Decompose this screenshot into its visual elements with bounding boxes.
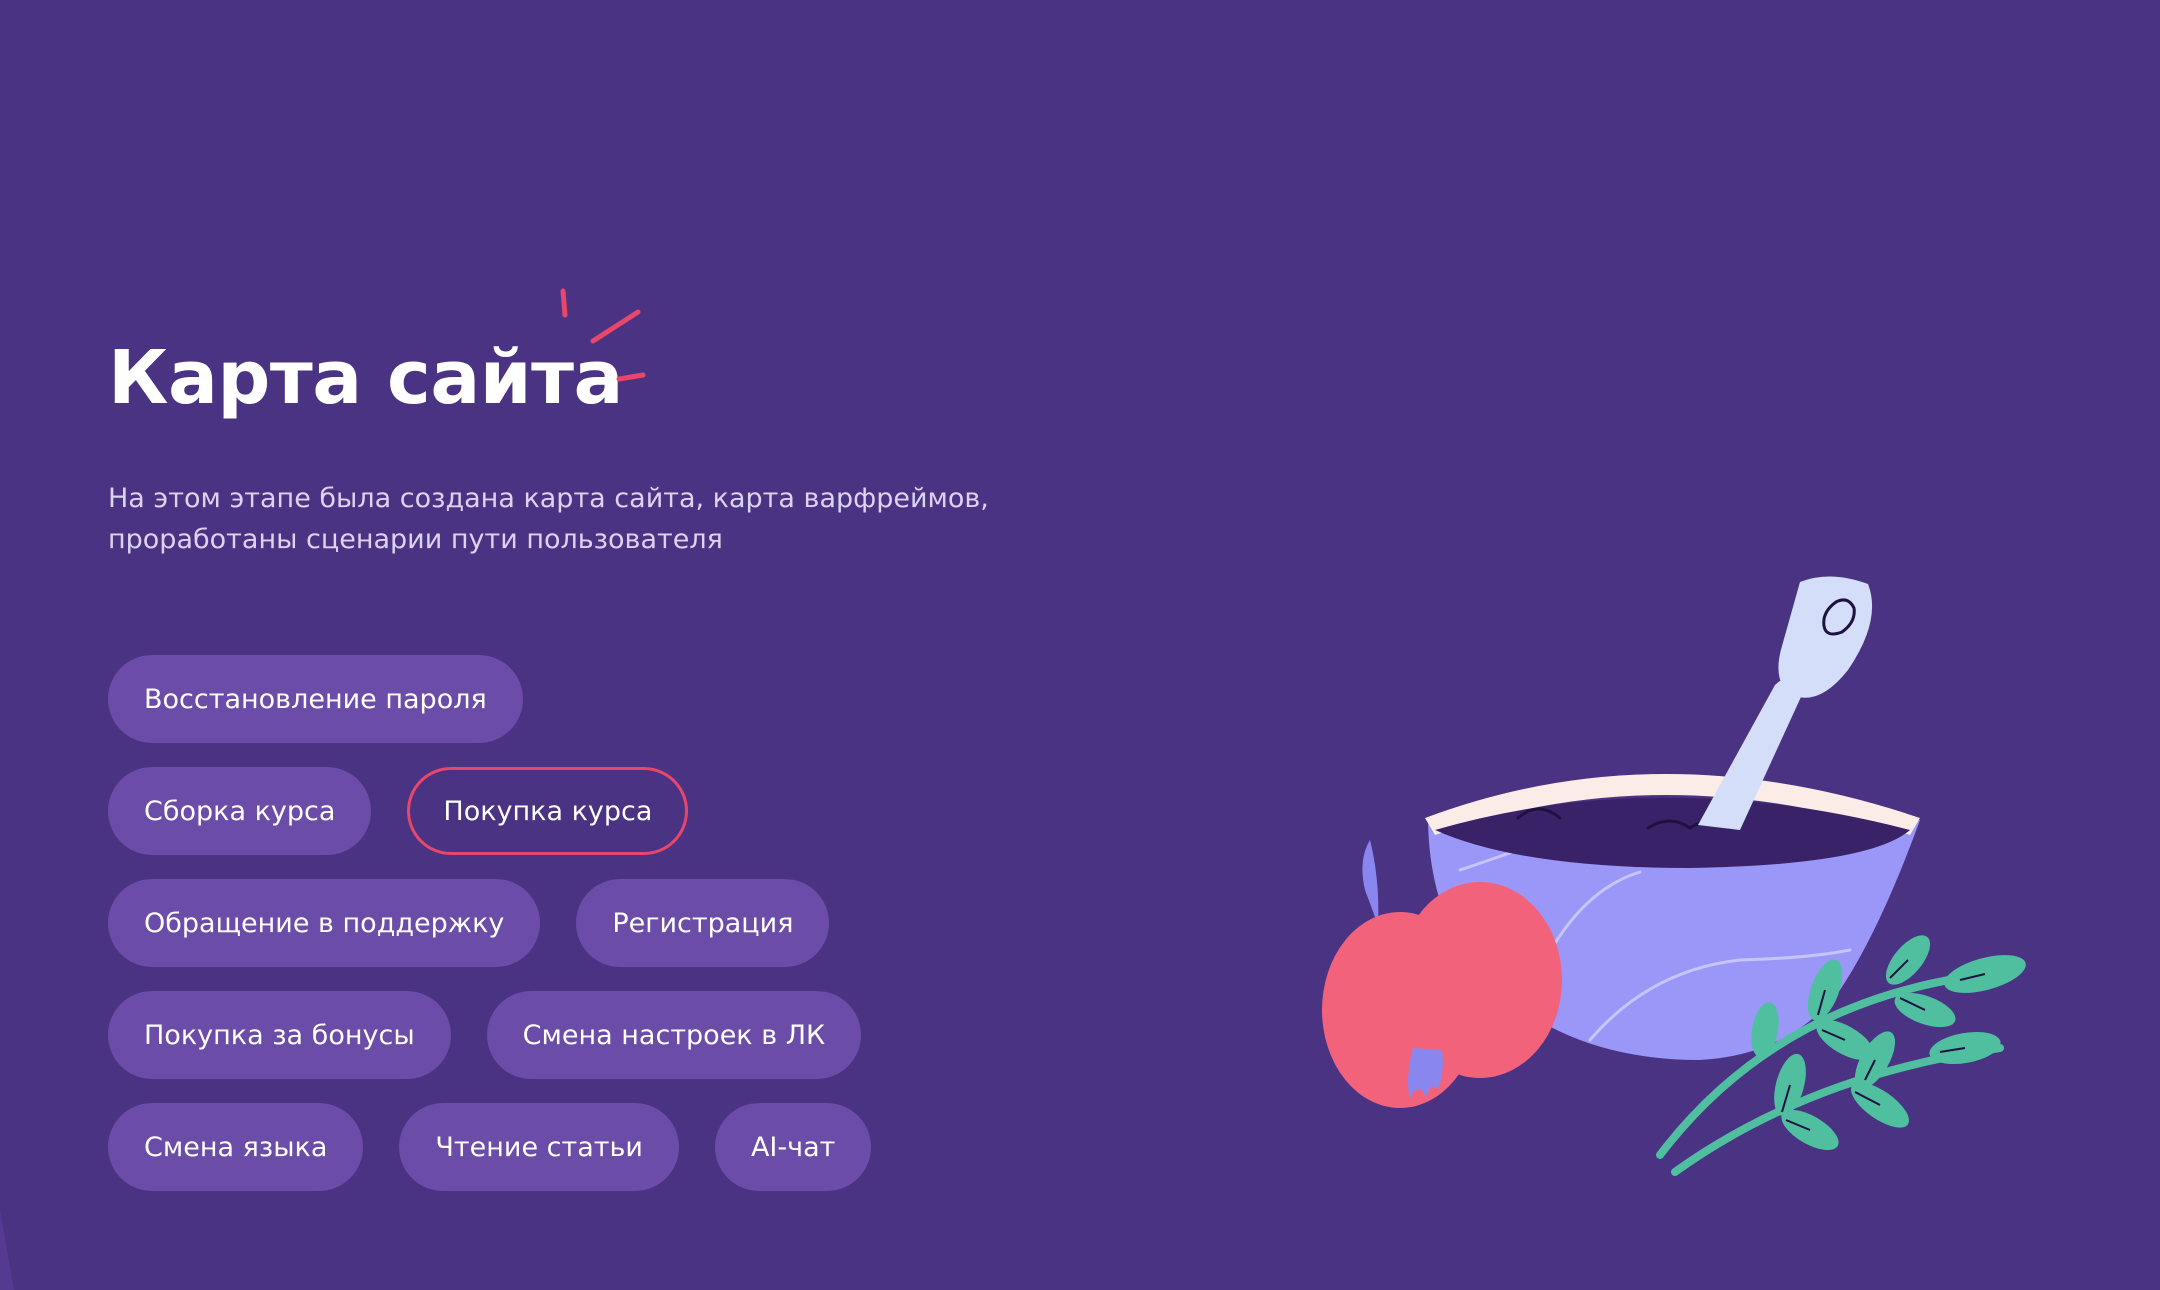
- chip-course-purchase[interactable]: Покупка курса: [407, 767, 689, 855]
- corner-decoration: [0, 1210, 14, 1290]
- chip-row: Смена языка Чтение статьи AI-чат: [108, 1103, 1008, 1191]
- chip-registration[interactable]: Регистрация: [576, 879, 830, 967]
- sparkle-icon: [560, 288, 646, 382]
- scenario-chips: Восстановление пароля Сборка курса Покуп…: [108, 655, 1008, 1215]
- description-line-1: На этом этапе была создана карта сайта, …: [108, 483, 989, 514]
- chip-support-request[interactable]: Обращение в поддержку: [108, 879, 541, 967]
- chip-settings-change[interactable]: Смена настроек в ЛК: [486, 991, 862, 1079]
- section-description: На этом этапе была создана карта сайта, …: [108, 478, 1028, 560]
- chip-row: Восстановление пароля: [108, 655, 1008, 743]
- description-line-2: проработаны сценарии пути пользователя: [108, 524, 723, 555]
- chip-row: Обращение в поддержку Регистрация: [108, 879, 1008, 967]
- porridge-bowl-illustration: [1322, 576, 2026, 1176]
- chip-password-recovery[interactable]: Восстановление пароля: [108, 655, 523, 743]
- chip-ai-chat[interactable]: AI-чат: [714, 1103, 872, 1191]
- chip-article-reading[interactable]: Чтение статьи: [399, 1103, 679, 1191]
- chip-row: Сборка курса Покупка курса: [108, 767, 1008, 855]
- page-title: Карта сайта: [108, 335, 623, 421]
- chip-language-change[interactable]: Смена языка: [108, 1103, 364, 1191]
- chip-bonus-purchase[interactable]: Покупка за бонусы: [108, 991, 451, 1079]
- chip-course-assembly[interactable]: Сборка курса: [108, 767, 372, 855]
- chip-row: Покупка за бонусы Смена настроек в ЛК: [108, 991, 1008, 1079]
